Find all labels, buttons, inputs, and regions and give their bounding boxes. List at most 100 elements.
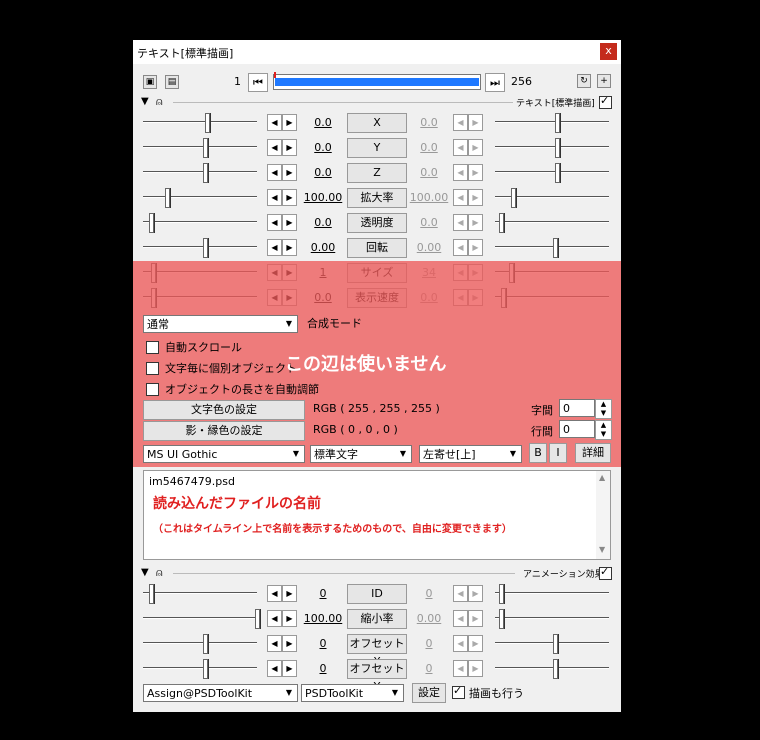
increment-button[interactable]: ▶ <box>468 164 483 181</box>
param-start-value[interactable]: 0.0 <box>298 166 348 179</box>
param-end-value[interactable]: 0.0 <box>404 116 454 129</box>
per-char-object-checkbox[interactable] <box>146 362 159 375</box>
increment-button[interactable]: ▶ <box>468 239 483 256</box>
increment-button[interactable]: ▶ <box>468 660 483 677</box>
increment-button[interactable]: ▶ <box>282 139 297 156</box>
slider-thumb[interactable] <box>165 188 170 208</box>
param-slider-right[interactable] <box>495 237 609 258</box>
timeline-bar[interactable] <box>273 72 481 90</box>
param-end-value[interactable]: 0.0 <box>404 216 454 229</box>
anim-slider-right[interactable] <box>495 658 609 679</box>
line-spacing-input[interactable]: 0 <box>559 420 595 438</box>
param-name-button[interactable]: 回転 <box>347 238 407 258</box>
close-button[interactable]: x <box>600 43 617 60</box>
decrement-button[interactable]: ◀ <box>267 189 282 206</box>
collapse-icon[interactable]: ▼ <box>141 96 149 107</box>
anim-slider-left[interactable] <box>143 608 260 629</box>
anim-end-value[interactable]: 0 <box>404 662 454 675</box>
param-end-value[interactable]: 0.0 <box>404 141 454 154</box>
align-select[interactable]: 左寄せ[上] ▼ <box>419 445 522 463</box>
anim-slider-left[interactable] <box>143 633 257 654</box>
slider-thumb[interactable] <box>555 113 560 133</box>
scroll-up-icon[interactable]: ▲ <box>599 473 605 482</box>
slider-thumb[interactable] <box>499 609 504 629</box>
decrement-button[interactable]: ◀ <box>267 114 282 131</box>
increment-button[interactable]: ▶ <box>468 610 483 627</box>
decrement-button[interactable]: ◀ <box>453 139 468 156</box>
italic-button[interactable]: I <box>549 443 567 463</box>
slider-thumb[interactable] <box>499 584 504 604</box>
decrement-button[interactable]: ◀ <box>453 585 468 602</box>
param-slider-right[interactable] <box>495 137 609 158</box>
anim-start-value[interactable]: 0 <box>298 637 348 650</box>
param-start-value[interactable]: 0.0 <box>298 141 348 154</box>
increment-button[interactable]: ▶ <box>468 585 483 602</box>
detail-button[interactable]: 詳細 <box>575 443 611 463</box>
camera-icon[interactable]: ▣ <box>143 75 157 89</box>
anim-start-value[interactable]: 100.00 <box>298 612 348 625</box>
script-select[interactable]: Assign@PSDToolKit ▼ <box>143 684 298 702</box>
anim-name-button[interactable]: 縮小率 <box>347 609 407 629</box>
slider-thumb[interactable] <box>149 584 154 604</box>
increment-button[interactable]: ▶ <box>282 164 297 181</box>
collapse-icon[interactable]: ▼ <box>141 567 149 578</box>
decrement-button[interactable]: ◀ <box>453 239 468 256</box>
increment-button[interactable]: ▶ <box>282 585 297 602</box>
decrement-button[interactable]: ◀ <box>267 139 282 156</box>
anim-slider-left[interactable] <box>143 583 257 604</box>
auto-scroll-checkbox[interactable] <box>146 341 159 354</box>
anim-name-button[interactable]: オフセットX <box>347 634 407 668</box>
slider-thumb[interactable] <box>203 163 208 183</box>
increment-button[interactable]: ▶ <box>468 214 483 231</box>
param-slider-left[interactable] <box>143 187 257 208</box>
anim-slider-right[interactable] <box>495 583 609 604</box>
param-name-button[interactable]: Y <box>347 138 407 158</box>
anim-end-value[interactable]: 0 <box>404 587 454 600</box>
slider-thumb[interactable] <box>511 188 516 208</box>
param-start-value[interactable]: 0.00 <box>298 241 348 254</box>
decrement-button[interactable]: ◀ <box>453 635 468 652</box>
slider-thumb[interactable] <box>553 659 558 679</box>
add-filter-button[interactable]: + <box>597 74 611 88</box>
slider-thumb[interactable] <box>499 213 504 233</box>
shadow-color-button[interactable]: 影・縁色の設定 <box>143 421 305 441</box>
slider-thumb[interactable] <box>555 138 560 158</box>
scrollbar[interactable]: ▲ ▼ <box>596 471 610 559</box>
decrement-button[interactable]: ◀ <box>453 214 468 231</box>
settings-button[interactable]: 設定 <box>412 683 446 703</box>
param-end-value[interactable]: 100.00 <box>404 191 454 204</box>
param-name-button[interactable]: 透明度 <box>347 213 407 233</box>
increment-button[interactable]: ▶ <box>282 239 297 256</box>
param-slider-right[interactable] <box>495 187 609 208</box>
increment-button[interactable]: ▶ <box>282 214 297 231</box>
param-slider-right[interactable] <box>495 112 609 133</box>
increment-button[interactable]: ▶ <box>282 660 297 677</box>
param-slider-left[interactable] <box>143 237 257 258</box>
font-family-select[interactable]: MS UI Gothic ▼ <box>143 445 305 463</box>
param-slider-right[interactable] <box>495 212 609 233</box>
anim-end-value[interactable]: 0 <box>404 637 454 650</box>
line-spacing-spinner[interactable]: ▲ ▼ <box>595 420 612 440</box>
param-slider-right[interactable] <box>495 162 609 183</box>
param-end-value[interactable]: 0.0 <box>404 166 454 179</box>
param-name-button[interactable]: 拡大率 <box>347 188 407 208</box>
refresh-icon[interactable]: ↻ <box>577 74 591 88</box>
slider-thumb[interactable] <box>203 138 208 158</box>
decrement-button[interactable]: ◀ <box>453 660 468 677</box>
slider-thumb[interactable] <box>203 238 208 258</box>
scroll-down-icon[interactable]: ▼ <box>599 545 605 554</box>
decrement-button[interactable]: ◀ <box>453 189 468 206</box>
increment-button[interactable]: ▶ <box>468 189 483 206</box>
anim-name-button[interactable]: ID <box>347 584 407 604</box>
param-name-button[interactable]: Z <box>347 163 407 183</box>
anim-end-value[interactable]: 0.00 <box>404 612 454 625</box>
param-slider-left[interactable] <box>143 137 257 158</box>
slider-thumb[interactable] <box>203 634 208 654</box>
anim-enable-checkbox[interactable] <box>599 565 612 580</box>
decrement-button[interactable]: ◀ <box>267 610 282 627</box>
param-end-value[interactable]: 0.00 <box>404 241 454 254</box>
anim-slider-right[interactable] <box>495 608 609 629</box>
decrement-button[interactable]: ◀ <box>267 660 282 677</box>
slider-thumb[interactable] <box>555 163 560 183</box>
slider-thumb[interactable] <box>203 659 208 679</box>
